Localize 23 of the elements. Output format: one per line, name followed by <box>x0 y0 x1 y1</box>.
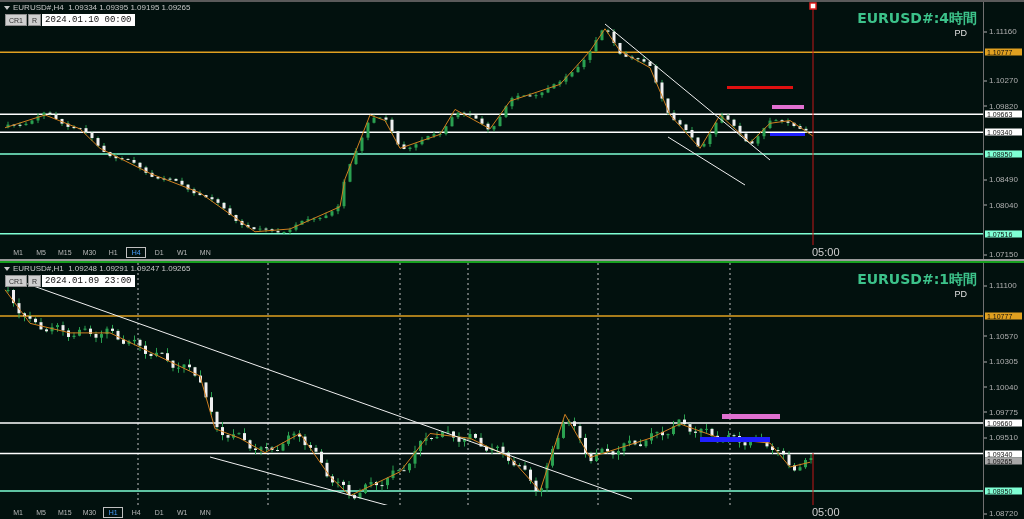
price-tick: 1.10040 <box>984 382 1018 392</box>
date-field[interactable]: 2024.01.10 00:00 <box>42 14 135 26</box>
price-tick: 1.11100 <box>984 280 1017 290</box>
price-tick: 1.09510 <box>984 432 1018 442</box>
date-field[interactable]: 2024.01.09 23:00 <box>42 275 135 287</box>
price-tick: 1.08720 <box>984 508 1018 518</box>
chart-subtitle: PD <box>954 289 967 299</box>
price-tick: 1.09775 <box>984 407 1018 417</box>
time-label: 05:00 <box>812 506 840 518</box>
symbol-quote: EURUSD#,H4 1.09334 1.09395 1.09195 1.09265 <box>13 3 191 12</box>
price-tick: 1.08490 <box>984 174 1018 184</box>
symbol-quote: EURUSD#,H1 1.09248 1.09291 1.09247 1.09265 <box>13 264 191 273</box>
price-tick: 1.11160 <box>984 26 1017 36</box>
time-label: 05:00 <box>812 246 840 258</box>
price-tick: 1.10570 <box>984 331 1018 341</box>
price-tick: 1.09820 <box>984 101 1018 110</box>
price-tick: 1.10305 <box>984 356 1018 366</box>
chart-title: EURUSD#:4時間 <box>857 10 977 28</box>
price-tick: 1.08040 <box>984 200 1018 209</box>
chart-title: EURUSD#:1時間 <box>857 271 977 289</box>
price-tick: 1.07150 <box>984 249 1018 259</box>
chart-subtitle: PD <box>954 28 967 38</box>
price-tick: 1.10270 <box>984 76 1018 85</box>
